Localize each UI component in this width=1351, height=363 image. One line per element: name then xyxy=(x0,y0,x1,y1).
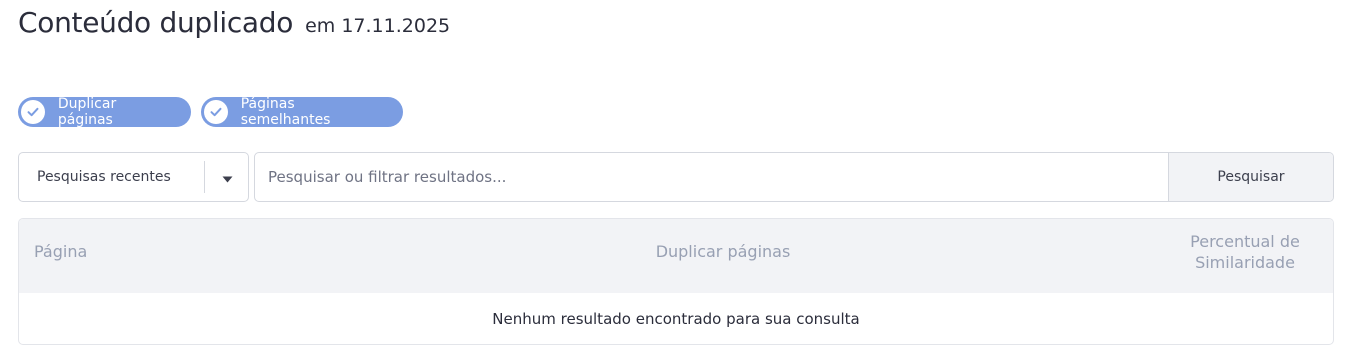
caret-down-icon xyxy=(222,168,233,187)
recent-searches-dropdown[interactable]: Pesquisas recentes xyxy=(18,152,249,202)
report-date: em 17.11.2025 xyxy=(305,15,451,37)
chip-duplicate-pages[interactable]: Duplicar páginas xyxy=(18,96,191,128)
search-button[interactable]: Pesquisar xyxy=(1168,153,1333,201)
search-bar: Pesquisar xyxy=(254,152,1334,202)
check-icon xyxy=(21,100,45,124)
empty-state-message: Nenhum resultado encontrado para sua con… xyxy=(492,310,860,328)
results-table: Página Duplicar páginas Percentual de Si… xyxy=(18,218,1334,345)
column-header-duplicate-pages: Duplicar páginas xyxy=(655,242,791,261)
chip-similar-pages[interactable]: Páginas semelhantes xyxy=(201,96,403,128)
page-title: Conteúdo duplicado xyxy=(18,6,294,39)
check-icon xyxy=(204,100,228,124)
table-header: Página Duplicar páginas Percentual de Si… xyxy=(19,219,1333,293)
chip-label: Páginas semelhantes xyxy=(240,96,331,128)
filter-chips: Duplicar páginas Páginas semelhantes xyxy=(18,96,403,128)
search-input[interactable] xyxy=(255,153,1168,201)
page-header: Conteúdo duplicado em 17.11.2025 xyxy=(18,6,450,39)
chip-label: Duplicar páginas xyxy=(57,96,117,128)
column-header-similarity[interactable]: Percentual de Similaridade xyxy=(1185,231,1305,273)
divider xyxy=(204,161,205,193)
recent-searches-label: Pesquisas recentes xyxy=(37,169,171,185)
